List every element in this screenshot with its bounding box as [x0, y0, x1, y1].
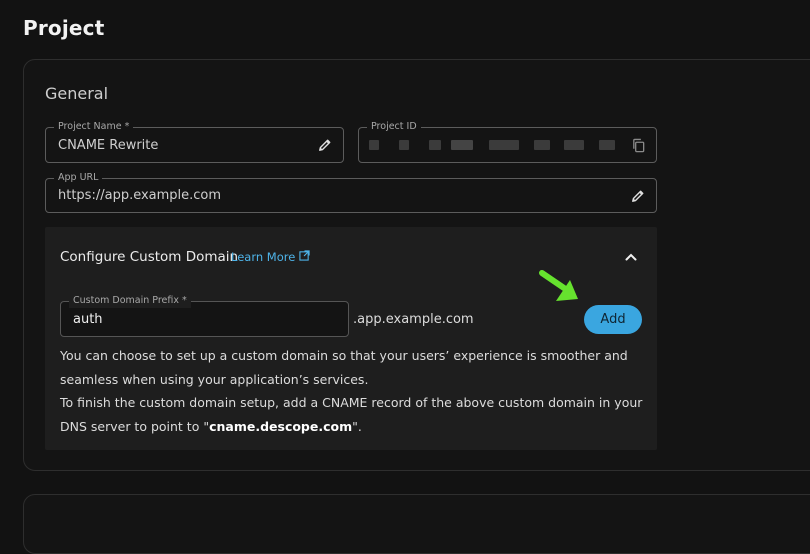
description-line-2: To finish the custom domain setup, add a…: [60, 395, 643, 434]
copy-icon[interactable]: [630, 137, 646, 153]
project-name-field[interactable]: Project Name * CNAME Rewrite: [45, 120, 344, 163]
external-link-icon: [299, 250, 310, 264]
cname-target: cname.descope.com: [209, 418, 353, 434]
learn-more-link[interactable]: Learn More: [231, 250, 310, 264]
page-title: Project: [23, 16, 105, 40]
pencil-icon[interactable]: [317, 137, 333, 153]
description-line-1: You can choose to set up a custom domain…: [60, 348, 628, 387]
project-id-field[interactable]: Project ID: [358, 120, 657, 163]
pointer-arrow-icon: [539, 270, 578, 301]
custom-domain-prefix-field[interactable]: Custom Domain Prefix * auth: [60, 294, 349, 337]
custom-domain-prefix-value: auth: [73, 311, 103, 327]
learn-more-label: Learn More: [231, 250, 296, 264]
add-button[interactable]: Add: [584, 305, 642, 334]
chevron-up-icon[interactable]: [622, 249, 640, 265]
custom-domain-description: You can choose to set up a custom domain…: [60, 344, 650, 438]
project-name-value: CNAME Rewrite: [58, 137, 159, 153]
next-card: [23, 494, 810, 554]
section-title-general: General: [45, 84, 109, 103]
app-url-value: https://app.example.com: [58, 188, 222, 203]
pencil-icon[interactable]: [630, 188, 646, 204]
app-url-field[interactable]: App URL https://app.example.com: [45, 171, 657, 213]
custom-domain-suffix: .app.example.com: [353, 312, 474, 327]
custom-domain-title: Configure Custom Domain: [60, 249, 239, 265]
project-id-label: Project ID: [367, 120, 421, 134]
